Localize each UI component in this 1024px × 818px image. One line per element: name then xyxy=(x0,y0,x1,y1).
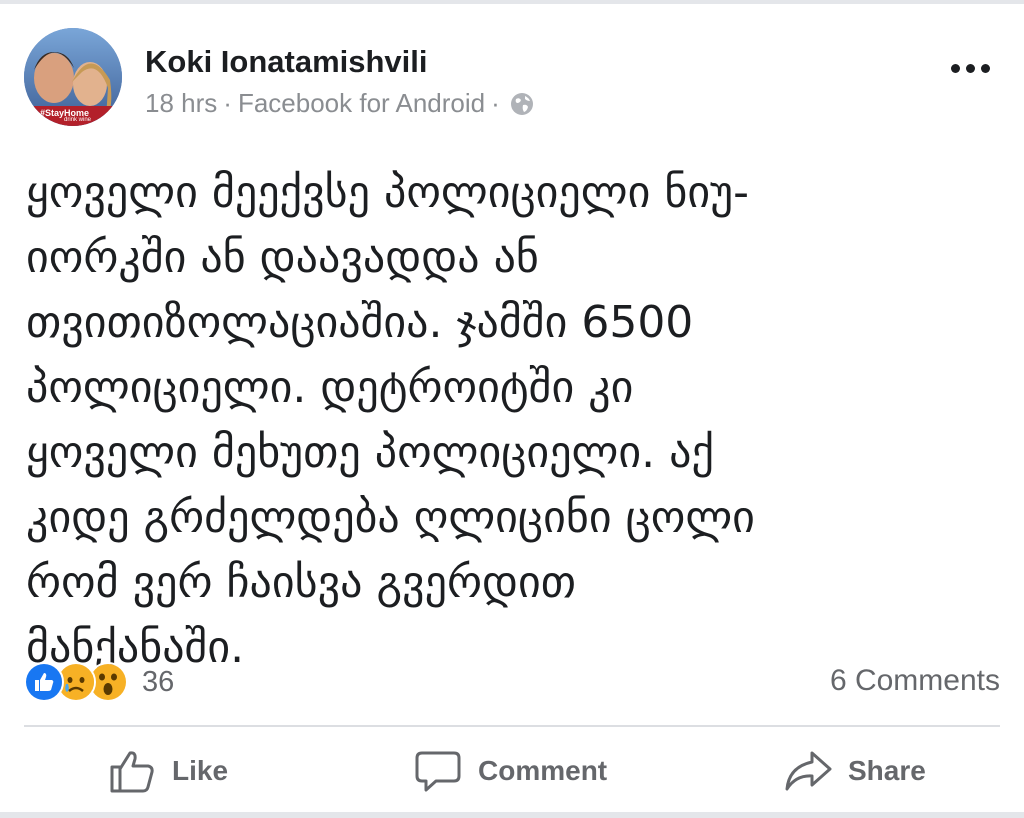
post-time[interactable]: 18 hrs xyxy=(145,88,217,119)
post-meta: 18 hrs · Facebook for Android · xyxy=(145,88,534,119)
share-button[interactable]: Share xyxy=(784,740,926,802)
reactions-summary[interactable]: 36 xyxy=(24,662,174,702)
avatar[interactable]: #StayHome drink wine xyxy=(24,28,122,126)
bottom-divider xyxy=(0,812,1024,818)
post-header: #StayHome drink wine Koki Ionatamishvili… xyxy=(24,28,1000,128)
post-text-line: იორკში ან დაავადდა ან xyxy=(26,232,539,283)
comments-count[interactable]: 6 Comments xyxy=(830,664,1000,698)
post-text-line: ყოველი მეექვსე პოლიციელი ნიუ- xyxy=(26,167,749,218)
post-actions: Like Comment Share xyxy=(24,740,1000,802)
meta-separator-2: · xyxy=(491,88,500,118)
share-label: Share xyxy=(848,755,926,786)
post-text-line: თვითიზოლაციაშია. ჯამში 6500 xyxy=(26,297,694,348)
actions-divider xyxy=(24,725,1000,727)
post-stats: 36 6 Comments xyxy=(24,660,1000,704)
thumbs-up-icon xyxy=(108,747,156,795)
like-label: Like xyxy=(172,755,229,786)
like-button[interactable]: Like xyxy=(108,740,228,802)
meta-separator: · xyxy=(223,88,232,118)
more-dot xyxy=(965,63,975,73)
like-reaction-icon xyxy=(24,662,64,702)
post-source: Facebook for Android xyxy=(237,88,486,118)
more-dot xyxy=(950,63,960,73)
share-arrow-icon xyxy=(784,747,832,795)
more-dot xyxy=(980,63,990,73)
comment-button[interactable]: Comment xyxy=(414,740,607,802)
post-text-line: პოლიციელი. დეტროიტში კი xyxy=(26,362,634,413)
globe-icon[interactable] xyxy=(510,92,534,116)
top-divider xyxy=(0,0,1024,4)
author-name[interactable]: Koki Ionatamishvili xyxy=(145,44,428,80)
post-text-line: ყოველი მეხუთე პოლიციელი. აქ xyxy=(26,427,715,478)
post-text-line: რომ ვერ ჩაისვა გვერდით xyxy=(26,557,576,608)
comment-label: Comment xyxy=(478,755,608,786)
speech-bubble-icon xyxy=(414,747,462,795)
facebook-post: #StayHome drink wine Koki Ionatamishvili… xyxy=(0,0,1024,818)
more-options-icon[interactable] xyxy=(948,58,992,78)
post-text-line: კიდე გრძელდება ღლიცინი ცოლი xyxy=(26,492,755,543)
post-text: ყოველი მეექვსე პოლიციელი ნიუ- იორკში ან … xyxy=(26,160,986,680)
avatar-badge-subtext: drink wine xyxy=(64,117,92,123)
reaction-count: 36 xyxy=(142,665,175,698)
